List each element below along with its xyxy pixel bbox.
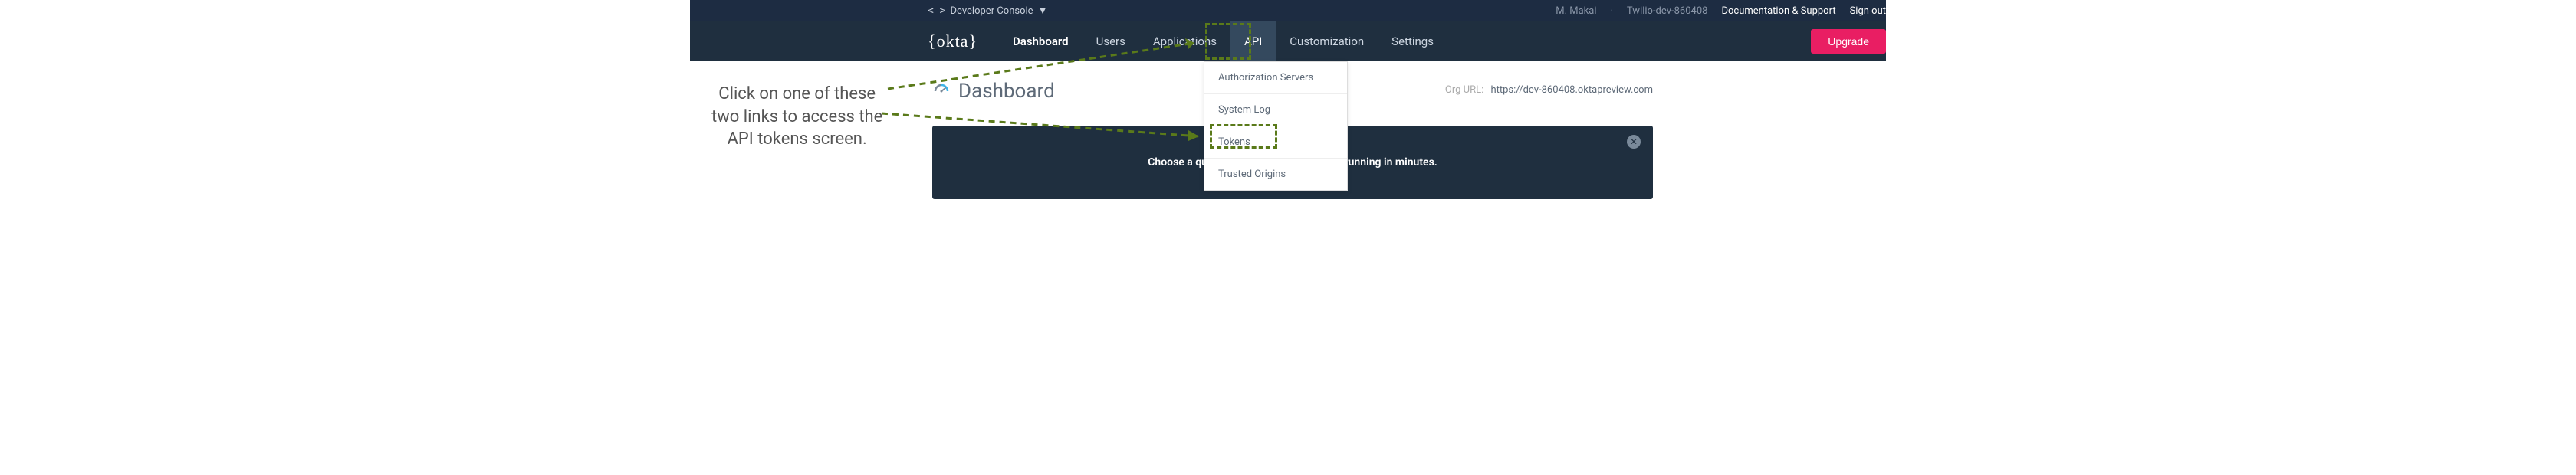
dashboard-gauge-icon — [932, 82, 951, 100]
upgrade-button[interactable]: Upgrade — [1811, 29, 1886, 54]
annotation-line3: API tokens screen. — [711, 128, 882, 151]
console-switcher[interactable]: < > Developer Console ▼ — [928, 5, 1047, 17]
code-icon: < > — [928, 5, 945, 17]
nav-items: Dashboard Users Applications API Customi… — [999, 21, 1447, 61]
docs-link[interactable]: Documentation & Support — [1721, 5, 1835, 17]
okta-logo[interactable]: {okta} — [928, 31, 978, 51]
annotation-callout: Click on one of these two links to acces… — [711, 83, 882, 151]
current-user[interactable]: M. Makai — [1556, 5, 1596, 17]
org-url-value[interactable]: https://dev-860408.oktapreview.com — [1490, 84, 1653, 96]
dropdown-tokens[interactable]: Tokens — [1204, 126, 1347, 159]
dropdown-system-log[interactable]: System Log — [1204, 94, 1347, 126]
nav-api[interactable]: API — [1230, 21, 1276, 61]
signout-link[interactable]: Sign out — [1850, 5, 1886, 17]
nav-applications[interactable]: Applications — [1139, 21, 1230, 61]
dropdown-caret-icon: ▼ — [1038, 5, 1048, 17]
page-title: Dashboard — [958, 80, 1055, 103]
annotation-line2: two links to access the — [711, 106, 882, 129]
console-label: Developer Console — [950, 5, 1033, 17]
top-utility-bar: < > Developer Console ▼ M. Makai · Twili… — [690, 0, 1886, 21]
main-nav: {okta} Dashboard Users Applications API … — [690, 21, 1886, 61]
org-url-label: Org URL: — [1445, 84, 1484, 96]
annotation-line1: Click on one of these — [711, 83, 882, 106]
nav-users[interactable]: Users — [1083, 21, 1139, 61]
nav-settings[interactable]: Settings — [1378, 21, 1447, 61]
nav-dashboard[interactable]: Dashboard — [999, 21, 1083, 61]
dropdown-auth-servers[interactable]: Authorization Servers — [1204, 62, 1347, 94]
separator-dot: · — [1611, 5, 1613, 17]
dropdown-trusted-origins[interactable]: Trusted Origins — [1204, 159, 1347, 190]
close-icon[interactable]: ✕ — [1627, 135, 1641, 149]
api-dropdown: Authorization Servers System Log Tokens … — [1204, 61, 1348, 191]
current-org[interactable]: Twilio-dev-860408 — [1627, 5, 1708, 17]
org-url: Org URL: https://dev-860408.oktapreview.… — [1445, 84, 1653, 96]
nav-customization[interactable]: Customization — [1276, 21, 1378, 61]
